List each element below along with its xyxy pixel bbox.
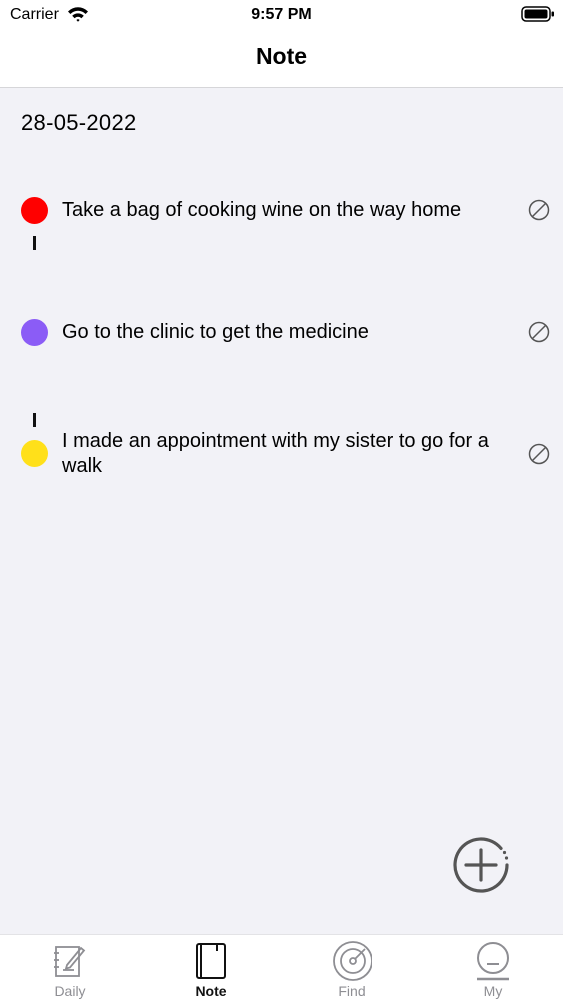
notebook-icon bbox=[196, 943, 226, 979]
note-content: 28-05-2022 Take a bag of cooking wine on… bbox=[0, 88, 563, 934]
note-color-dot bbox=[21, 197, 48, 224]
note-text: Take a bag of cooking wine on the way ho… bbox=[62, 199, 462, 221]
tab-my[interactable]: My bbox=[438, 935, 548, 1000]
date-label: 28-05-2022 bbox=[21, 110, 137, 135]
tab-find[interactable]: Find bbox=[297, 935, 407, 1000]
cancel-icon[interactable] bbox=[528, 443, 550, 465]
note-item[interactable]: I made an appointment with my sister to … bbox=[0, 429, 563, 485]
note-color-dot bbox=[21, 319, 48, 346]
tab-label: Note bbox=[195, 983, 227, 999]
tab-label: My bbox=[483, 983, 503, 999]
tab-bar: Daily Note Find My bbox=[0, 934, 563, 1000]
top-bar: Carrier 9:57 PM Note bbox=[0, 0, 563, 88]
plus-circle-icon[interactable] bbox=[449, 833, 513, 897]
timeline-connector bbox=[33, 413, 36, 427]
profile-icon bbox=[477, 942, 509, 981]
battery-icon bbox=[521, 6, 554, 22]
notepad-pencil-icon bbox=[54, 946, 86, 977]
cancel-icon[interactable] bbox=[528, 199, 550, 221]
tab-label: Daily bbox=[54, 983, 86, 999]
cancel-icon[interactable] bbox=[528, 321, 550, 343]
tab-daily[interactable]: Daily bbox=[15, 935, 125, 1000]
note-text: I made an appointment with my sister to … bbox=[62, 430, 489, 477]
note-item[interactable]: Go to the clinic to get the medicine bbox=[0, 314, 563, 354]
tab-label: Find bbox=[338, 983, 366, 999]
timeline-connector bbox=[33, 236, 36, 250]
status-bar: Carrier 9:57 PM bbox=[0, 0, 563, 30]
status-time: 9:57 PM bbox=[251, 6, 312, 23]
tab-note[interactable]: Note bbox=[156, 935, 266, 1000]
note-color-dot bbox=[21, 440, 48, 467]
note-item[interactable]: Take a bag of cooking wine on the way ho… bbox=[0, 192, 563, 232]
page-title: Note bbox=[255, 43, 308, 69]
note-text: Go to the clinic to get the medicine bbox=[62, 321, 369, 343]
radar-icon bbox=[333, 941, 372, 981]
